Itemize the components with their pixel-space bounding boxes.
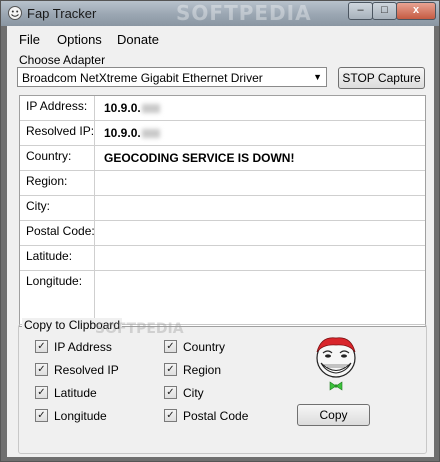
watermark: SOFTPEDIA (176, 1, 312, 25)
adapter-label: Choose Adapter (19, 53, 106, 67)
check-icon[interactable]: ✓ (35, 409, 48, 422)
adapter-dropdown[interactable]: Broadcom NetXtreme Gigabit Ethernet Driv… (17, 67, 327, 87)
troll-face-icon (316, 337, 356, 391)
menu-file[interactable]: File (19, 32, 40, 47)
check-icon[interactable]: ✓ (35, 386, 48, 399)
redacted-blur (141, 129, 160, 139)
checkbox-label: Latitude (54, 386, 97, 400)
title-bar[interactable]: Fap Tracker SOFTPEDIA – □ x (1, 1, 439, 26)
info-row-postal-code: Postal Code: (20, 221, 425, 246)
info-label: Country: (26, 149, 72, 163)
redacted-blur (141, 104, 160, 114)
info-label: City: (26, 199, 50, 213)
stop-capture-button[interactable]: STOP Capture (338, 67, 425, 89)
divider (94, 121, 95, 145)
window-title: Fap Tracker (27, 6, 97, 21)
divider (94, 221, 95, 245)
checkbox-label: Region (183, 363, 222, 377)
watermark: SOFTPEDIA (95, 321, 184, 337)
check-icon[interactable]: ✓ (35, 363, 48, 376)
info-value: GEOCODING SERVICE IS DOWN! (104, 151, 295, 165)
check-icon[interactable]: ✓ (164, 386, 177, 399)
check-icon[interactable]: ✓ (164, 340, 177, 353)
info-row-country: Country: GEOCODING SERVICE IS DOWN! (20, 146, 425, 171)
main-panel: File Options Donate Choose Adapter Broad… (7, 26, 434, 457)
divider (94, 96, 95, 120)
info-grid: IP Address: 10.9.0. Resolved IP: 10.9.0.… (19, 95, 426, 327)
checkbox-label: City (183, 386, 204, 400)
checkbox-label: IP Address (54, 340, 112, 354)
info-label: Longitude: (26, 274, 83, 288)
close-icon: x (412, 4, 420, 16)
divider (94, 146, 95, 170)
info-row-region: Region: (20, 171, 425, 196)
info-label: Region: (26, 174, 68, 188)
info-row-city: City: (20, 196, 425, 221)
minimize-icon: – (357, 4, 364, 16)
adapter-selected: Broadcom NetXtreme Gigabit Ethernet Driv… (22, 71, 263, 85)
chevron-down-icon[interactable]: ▼ (313, 72, 322, 82)
menu-options[interactable]: Options (57, 32, 102, 47)
close-button[interactable]: x (396, 2, 436, 20)
minimize-button[interactable]: – (348, 2, 373, 20)
copy-button[interactable]: Copy (297, 404, 370, 426)
maximize-button[interactable]: □ (372, 2, 397, 20)
info-value: 10.9.0. (104, 126, 160, 140)
maximize-icon: □ (381, 4, 388, 16)
check-icon[interactable]: ✓ (164, 363, 177, 376)
checkbox-label: Postal Code (183, 409, 249, 423)
app-icon (8, 6, 22, 20)
checkbox-label: Resolved IP (54, 363, 119, 377)
checkbox-label: Longitude (54, 409, 107, 423)
info-label: Postal Code: (26, 224, 95, 238)
check-icon[interactable]: ✓ (35, 340, 48, 353)
info-label: IP Address: (26, 99, 88, 113)
info-row-resolved-ip: Resolved IP: 10.9.0. (20, 121, 425, 146)
app-window: Fap Tracker SOFTPEDIA – □ x File Options… (0, 0, 440, 462)
menu-donate[interactable]: Donate (117, 32, 159, 47)
divider (94, 171, 95, 195)
info-row-latitude: Latitude: (20, 246, 425, 271)
divider (94, 196, 95, 220)
info-value: 10.9.0. (104, 101, 160, 115)
info-label: Latitude: (26, 249, 73, 263)
info-label: Resolved IP: (26, 124, 95, 138)
divider (94, 246, 95, 270)
checkbox-label: Country (183, 340, 226, 354)
check-icon[interactable]: ✓ (164, 409, 177, 422)
info-row-ip: IP Address: 10.9.0. (20, 96, 425, 121)
